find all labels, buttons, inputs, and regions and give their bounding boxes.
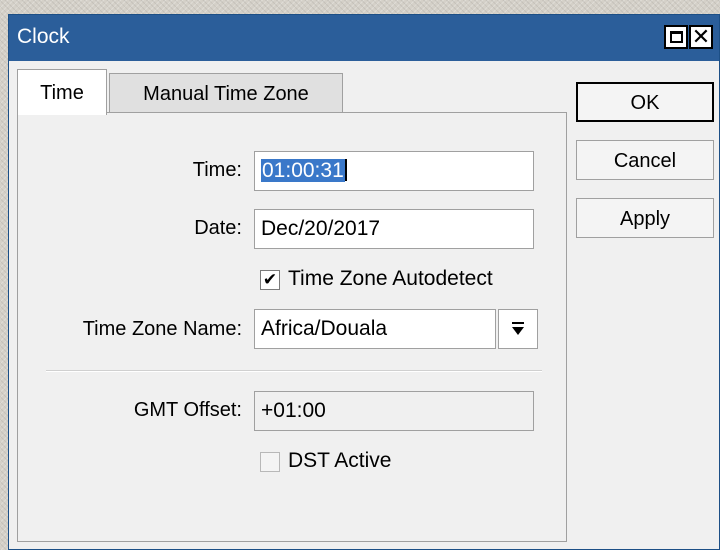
maximize-button[interactable] (664, 25, 688, 49)
time-label: Time: (192, 159, 242, 181)
date-label: Date: (194, 217, 242, 239)
close-icon: ✕ (691, 24, 711, 49)
title-bar[interactable]: Clock ✕ (9, 15, 719, 61)
tz-name-select[interactable]: Africa/Douala (254, 309, 496, 349)
time-input[interactable]: 01:00:31 (254, 151, 534, 191)
clock-dialog: Clock ✕ Time Manual Time Zone Time: 01:0… (8, 14, 720, 550)
cancel-button[interactable]: Cancel (576, 140, 714, 180)
ok-button[interactable]: OK (576, 82, 714, 122)
dst-active-label: DST Active (288, 449, 392, 472)
date-input[interactable]: Dec/20/2017 (254, 209, 534, 249)
autodetect-checkbox[interactable]: ✔ (260, 270, 280, 290)
dst-active-checkbox[interactable] (260, 452, 280, 472)
tz-dropdown-button[interactable] (498, 309, 538, 349)
maximize-icon (669, 31, 683, 43)
apply-button[interactable]: Apply (576, 198, 714, 238)
tab-panel-time: Time: 01:00:31 Date: Dec/20/2017 ✔ Time … (17, 112, 567, 542)
checkmark-icon: ✔ (262, 270, 278, 289)
dropdown-arrow-icon (512, 322, 524, 335)
tab-manual-time-zone[interactable]: Manual Time Zone (109, 73, 343, 113)
gmt-offset-field: +01:00 (254, 391, 534, 431)
close-button[interactable]: ✕ (689, 25, 713, 49)
tab-time[interactable]: Time (17, 69, 107, 115)
tz-name-label: Time Zone Name: (82, 318, 242, 340)
separator (46, 370, 542, 372)
autodetect-label: Time Zone Autodetect (288, 267, 493, 290)
text-caret (344, 159, 347, 181)
window-title: Clock (17, 25, 70, 48)
time-value-selected: 01:00:31 (261, 159, 345, 182)
gmt-offset-label: GMT Offset: (133, 399, 242, 421)
